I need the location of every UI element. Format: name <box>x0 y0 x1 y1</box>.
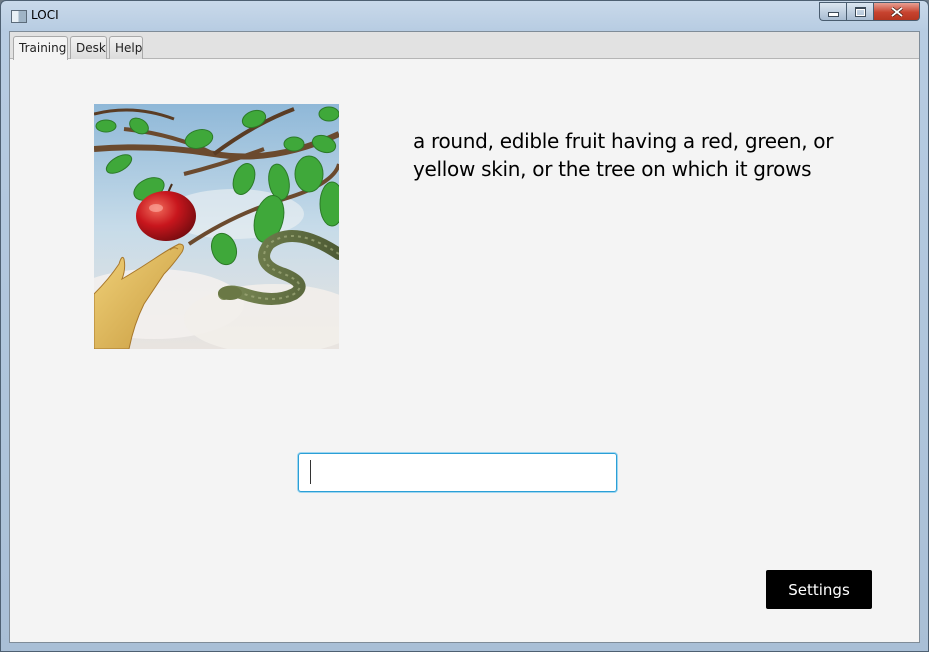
apple-snake-illustration <box>94 104 339 349</box>
definition-text: a round, edible fruit having a red, gree… <box>413 129 834 181</box>
maximize-button[interactable] <box>846 2 873 21</box>
tab-help[interactable]: Help <box>109 36 143 59</box>
apple-picture <box>94 104 339 349</box>
answer-input[interactable] <box>298 453 617 492</box>
app-window: LOCI Training Desk Help a round, edible … <box>0 0 929 652</box>
title-bar[interactable]: LOCI <box>1 1 928 31</box>
tab-training[interactable]: Training <box>13 36 68 60</box>
close-button[interactable] <box>873 2 920 21</box>
tab-desk[interactable]: Desk <box>70 36 107 59</box>
app-icon <box>11 10 27 23</box>
text-caret <box>310 460 311 484</box>
window-controls <box>819 2 920 21</box>
minimize-icon <box>827 12 839 17</box>
maximize-icon <box>854 6 866 17</box>
minimize-button[interactable] <box>819 2 846 21</box>
close-icon <box>890 6 903 17</box>
tab-bar: Training Desk Help <box>10 32 919 60</box>
window-title: LOCI <box>31 8 59 22</box>
client-area: Training Desk Help a round, edible fruit… <box>9 31 920 643</box>
settings-button[interactable]: Settings <box>766 570 872 609</box>
